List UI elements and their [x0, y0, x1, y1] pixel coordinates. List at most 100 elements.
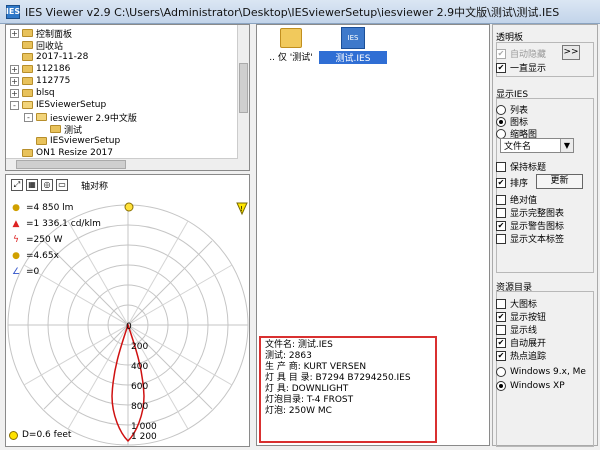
tree-expander-icon[interactable]: - [10, 100, 19, 110]
always-show-option[interactable]: ✔ 一直显示 [496, 61, 546, 74]
tree-item[interactable]: - iesviewer 2.9中文版 [24, 111, 137, 124]
update-button[interactable]: 更新 [536, 174, 583, 189]
info-line: 灯 具 目 录: B7294 B7294250.IES [265, 373, 411, 383]
tree-item-label: IESviewerSetup [50, 136, 121, 146]
dropdown-value: 文件名 [504, 142, 532, 152]
show-line-checkbox[interactable] [496, 324, 506, 335]
windows-xp-radio[interactable] [496, 381, 506, 391]
folder-icon [22, 65, 33, 73]
show-text-label-label: 显示文本标签 [510, 235, 565, 245]
hot-track-option[interactable]: ✔ 热点追踪 [496, 349, 546, 362]
folder-icon [22, 41, 33, 49]
folder-icon [22, 53, 33, 61]
windows-9x-radio[interactable] [496, 367, 506, 377]
stat-row: ∠ =0 [9, 266, 101, 278]
settings-panel: 透明板 ✔ 自动隐藏 >> ✔ 一直显示 显示IES 列表 图标 缩略图 文件名… [492, 24, 598, 447]
large-icon-option[interactable]: 大图标 [496, 297, 537, 310]
tree-item[interactable]: + 112186 [10, 63, 70, 75]
folder-icon [22, 77, 33, 85]
tree-item-label: ON1 Resize 2017 [36, 148, 114, 158]
show-full-chart-checkbox[interactable] [496, 207, 506, 218]
lamp-ratio-icon: ● [12, 251, 20, 261]
stat-row: ▲ =1 336.1 cd/klm [9, 218, 101, 230]
scrollbar-thumb[interactable] [16, 160, 126, 169]
absolute-value-option[interactable]: 绝对值 [496, 193, 537, 206]
polar-tick-label-1000: 1 000 [131, 422, 157, 432]
tree-item[interactable]: - IESviewerSetup [10, 99, 106, 111]
scrollbar-thumb[interactable] [239, 63, 248, 113]
file-item-ies[interactable]: IES 测试.IES [319, 27, 387, 64]
folder-icon [50, 125, 61, 133]
sort-option[interactable]: ✔ 排序 [496, 176, 528, 189]
show-full-chart-option[interactable]: 显示完整图表 [496, 206, 564, 219]
auto-expand-option[interactable]: ✔ 自动展开 [496, 336, 546, 349]
keep-title-checkbox[interactable] [496, 161, 506, 172]
tree-item[interactable]: 回收站 [22, 39, 63, 52]
more-button[interactable]: >> [562, 45, 580, 60]
auto-expand-checkbox[interactable]: ✔ [496, 337, 506, 348]
stat-value: =1 336.1 cd/klm [26, 219, 101, 229]
tree-item[interactable]: 2017-11-28 [22, 51, 88, 63]
bulb-icon: ● [12, 203, 20, 213]
file-list-view[interactable]: .. 仅 '测试' IES 测试.IES 文件名: 测试.IES 测试: 286… [256, 24, 490, 446]
tree-expander-icon[interactable]: + [10, 28, 19, 38]
hot-track-checkbox[interactable]: ✔ [496, 350, 506, 361]
file-item-parent-folder[interactable]: .. 仅 '测试' [257, 28, 325, 63]
tree-horizontal-scrollbar[interactable] [6, 158, 238, 170]
tree-item[interactable]: 测试 [50, 123, 82, 136]
always-show-checkbox[interactable]: ✔ [496, 62, 506, 73]
icon-radio[interactable] [496, 116, 506, 127]
tree-item-label: 2017-11-28 [36, 52, 89, 62]
tree-expander-icon[interactable]: + [10, 88, 19, 98]
show-button-option[interactable]: ✔ 显示按钮 [496, 310, 546, 323]
auto-hide-label: 自动隐藏 [510, 50, 547, 60]
show-full-chart-label: 显示完整图表 [510, 209, 565, 219]
tree-item-label: 112186 [36, 64, 71, 74]
show-warning-icon-checkbox[interactable]: ✔ [496, 220, 506, 231]
title-bar: IES IES Viewer v2.9 C:\Users\Administrat… [0, 0, 600, 24]
cdklm-icon: ▲ [12, 219, 20, 229]
folder-icon [22, 149, 33, 157]
tree-item[interactable]: + 控制面板 [10, 27, 72, 40]
thumbnail-radio[interactable] [496, 128, 506, 139]
keep-title-option[interactable]: 保持标题 [496, 160, 546, 173]
show-text-label-option[interactable]: 显示文本标签 [496, 232, 564, 245]
tree-expander-icon[interactable]: + [10, 76, 19, 86]
show-warning-icon-option[interactable]: ✔ 显示警告图标 [496, 219, 564, 232]
sort-field-dropdown[interactable]: 文件名 ▼ [500, 138, 574, 153]
stat-row: ● =4.65x [9, 250, 101, 262]
auto-hide-checkbox[interactable]: ✔ [496, 48, 506, 59]
tree-item[interactable]: + blsq [10, 87, 55, 99]
list-radio[interactable] [496, 104, 506, 115]
folder-icon [280, 28, 302, 48]
show-button-checkbox[interactable]: ✔ [496, 311, 506, 322]
large-icon-label: 大图标 [510, 300, 538, 310]
chevron-down-icon[interactable]: ▼ [560, 139, 573, 152]
tree-expander-icon[interactable]: - [24, 112, 33, 122]
polar-tick-label-400: 400 [131, 362, 148, 372]
ies-file-icon: IES [341, 27, 365, 49]
tree-expander-icon[interactable]: + [10, 64, 19, 74]
show-text-label-checkbox[interactable] [496, 233, 506, 244]
folder-tree[interactable]: + 控制面板 回收站 2017-11-28 + 112186 + 112775 … [5, 24, 250, 171]
tree-item[interactable]: IESviewerSetup [36, 135, 120, 147]
info-line: 灯 具: DOWNLIGHT [265, 384, 349, 394]
show-button-label: 显示按钮 [510, 313, 547, 323]
absolute-value-label: 绝对值 [510, 196, 538, 206]
stat-row: ● =4 850 lm [9, 202, 101, 214]
polar-tick-label-0: 0 [126, 322, 132, 332]
large-icon-checkbox[interactable] [496, 298, 506, 309]
tree-item[interactable]: + 112775 [10, 75, 70, 87]
auto-hide-option[interactable]: ✔ 自动隐藏 [496, 47, 546, 60]
sort-checkbox[interactable]: ✔ [496, 177, 506, 188]
folder-icon [22, 29, 33, 37]
absolute-value-checkbox[interactable] [496, 194, 506, 205]
show-line-option[interactable]: 显示线 [496, 323, 537, 336]
info-line: 测试: 2863 [265, 351, 312, 361]
warning-mark: ! [240, 205, 243, 213]
power-icon: ϟ [13, 235, 19, 245]
distance-readout: D=0.6 feet [9, 430, 71, 440]
windows-9x-option[interactable]: Windows 9.x, Me [496, 367, 586, 377]
windows-xp-option[interactable]: Windows XP [496, 381, 565, 391]
tree-vertical-scrollbar[interactable] [237, 25, 249, 170]
